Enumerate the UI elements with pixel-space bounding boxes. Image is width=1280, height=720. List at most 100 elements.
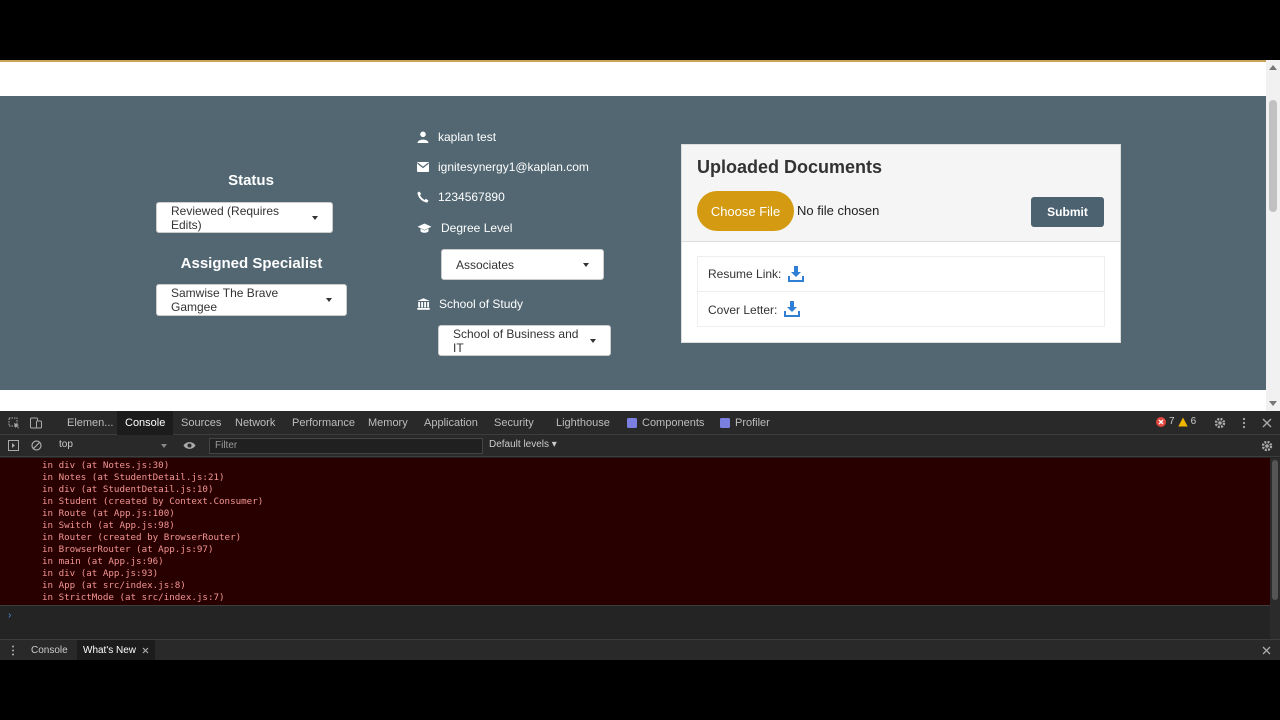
school-value: School of Business and IT xyxy=(453,326,579,355)
warning-icon xyxy=(1177,417,1188,426)
console-line: in Student (created by Context.Consumer) xyxy=(42,496,264,507)
resume-link-label: Resume Link: xyxy=(708,267,782,281)
degree-level-label: Degree Level xyxy=(441,221,513,235)
console-line[interactable]: in StrictMode (at src/index.js:7) xyxy=(42,592,225,603)
student-phone: 1234567890 xyxy=(438,190,505,204)
student-name-row: kaplan test xyxy=(417,130,496,144)
submit-button[interactable]: Submit xyxy=(1031,197,1104,227)
card-header: Uploaded Documents Choose File No file c… xyxy=(682,145,1120,242)
specialist-dropdown-value: Samwise The Brave Gamgee xyxy=(171,286,279,314)
log-levels-dropdown[interactable]: Default levels ▾ xyxy=(489,439,557,450)
scroll-up-icon[interactable] xyxy=(1269,65,1277,70)
document-list: Resume Link: Cover Letter: xyxy=(697,256,1105,327)
close-icon[interactable] xyxy=(1261,417,1273,429)
close-icon[interactable] xyxy=(142,647,149,654)
console-line: in div (at Notes.js:30) xyxy=(42,460,170,471)
gear-icon[interactable] xyxy=(1214,417,1226,429)
tab-security[interactable]: Security xyxy=(486,411,542,435)
school-dropdown[interactable]: School of Business and IT xyxy=(438,325,611,356)
scrollbar-thumb[interactable] xyxy=(1269,100,1277,212)
console-line: in div (at App.js:93) xyxy=(42,568,159,579)
chevron-down-icon xyxy=(326,298,332,302)
console-messages: in div (at Notes.js:30) in Notes (at Stu… xyxy=(0,458,1270,616)
uploaded-documents-card: Uploaded Documents Choose File No file c… xyxy=(681,144,1121,343)
console-settings-icon[interactable] xyxy=(1261,440,1273,452)
console-scrollbar[interactable] xyxy=(1270,458,1280,639)
more-vertical-icon[interactable] xyxy=(1238,417,1250,429)
console-line: in div (at StudentDetail.js:10) xyxy=(42,484,214,495)
tab-sources[interactable]: Sources xyxy=(173,411,229,435)
student-email-row: ignitesynergy1@kaplan.com xyxy=(417,160,589,174)
specialist-dropdown[interactable]: Samwise The Brave Gamgee xyxy=(156,284,347,316)
degree-level-value: Associates xyxy=(456,257,515,272)
console-line: in Route (at App.js:100) xyxy=(42,508,175,519)
filter-input[interactable]: Filter xyxy=(209,438,483,454)
screen: Status Reviewed (Requires Edits) Assigne… xyxy=(0,0,1280,720)
letterbox-bottom xyxy=(0,660,1280,720)
school-row: School of Study xyxy=(417,297,523,311)
context-selector[interactable]: top xyxy=(59,439,73,450)
console-line: in Router (created by BrowserRouter) xyxy=(42,532,242,543)
graduation-cap-icon xyxy=(417,223,432,233)
download-icon[interactable] xyxy=(783,301,801,318)
user-icon xyxy=(417,131,429,143)
tab-lighthouse[interactable]: Lighthouse xyxy=(548,411,618,435)
drawer-menu-icon[interactable] xyxy=(10,645,16,656)
console-prompt[interactable]: › xyxy=(0,605,1270,639)
list-item: Cover Letter: xyxy=(698,292,1104,327)
browser-viewport: Status Reviewed (Requires Edits) Assigne… xyxy=(0,60,1280,411)
sidebar-toggle-icon[interactable] xyxy=(8,440,19,451)
specialist-heading: Assigned Specialist xyxy=(180,255,323,272)
card-title: Uploaded Documents xyxy=(697,157,883,177)
degree-level-dropdown[interactable]: Associates xyxy=(441,249,604,280)
close-drawer-icon[interactable] xyxy=(1262,646,1271,655)
console-scrollbar-thumb[interactable] xyxy=(1272,460,1278,600)
devtools-panel: Elemen... Console Sources Network Perfor… xyxy=(0,411,1280,661)
devtools-tabbar: Elemen... Console Sources Network Perfor… xyxy=(0,411,1280,435)
scroll-down-icon[interactable] xyxy=(1269,401,1277,406)
download-icon[interactable] xyxy=(787,265,805,283)
header-strip xyxy=(0,62,1266,96)
student-phone-row: 1234567890 xyxy=(417,190,505,204)
console-toolbar: top Filter Default levels ▾ xyxy=(0,435,1280,457)
page-scrollbar[interactable] xyxy=(1266,60,1280,411)
chevron-down-icon xyxy=(161,444,167,448)
prompt-chevron-icon: › xyxy=(8,610,12,621)
envelope-icon xyxy=(417,162,429,172)
tab-performance[interactable]: Performance xyxy=(284,411,363,435)
tab-network[interactable]: Network xyxy=(227,411,283,435)
inspect-icon[interactable] xyxy=(8,417,20,429)
eye-icon[interactable] xyxy=(183,441,196,450)
status-dropdown-value: Reviewed (Requires Edits) xyxy=(171,203,280,232)
degree-level-row: Degree Level xyxy=(417,221,512,235)
drawer-tab-console[interactable]: Console xyxy=(25,640,74,661)
tab-elements[interactable]: Elemen... xyxy=(59,411,121,435)
no-file-text: No file chosen xyxy=(797,203,880,218)
device-toggle-icon[interactable] xyxy=(30,417,42,429)
drawer-tab-label: What's New xyxy=(83,645,137,656)
drawer-tab-whats-new[interactable]: What's New xyxy=(77,640,156,661)
console-line: in main (at App.js:96) xyxy=(42,556,164,567)
chevron-down-icon xyxy=(583,262,589,267)
error-count: 7 xyxy=(1169,416,1175,427)
error-icon xyxy=(1156,416,1166,427)
tab-components[interactable]: Components xyxy=(634,411,712,435)
student-email: ignitesynergy1@kaplan.com xyxy=(438,160,589,174)
status-dropdown[interactable]: Reviewed (Requires Edits) xyxy=(156,202,333,233)
console-line[interactable]: in App (at src/index.js:8) xyxy=(42,580,186,591)
issue-counts[interactable]: 7 6 xyxy=(1156,416,1196,427)
chevron-down-icon xyxy=(590,338,596,343)
clear-console-icon[interactable] xyxy=(31,440,42,451)
console-line: in BrowserRouter (at App.js:97) xyxy=(42,544,214,555)
chevron-down-icon xyxy=(312,215,318,220)
institution-icon xyxy=(417,298,430,310)
tab-memory[interactable]: Memory xyxy=(360,411,416,435)
choose-file-button[interactable]: Choose File xyxy=(697,191,794,231)
phone-icon xyxy=(417,191,429,203)
tab-profiler[interactable]: Profiler xyxy=(727,411,778,435)
school-label: School of Study xyxy=(439,297,524,311)
tab-application[interactable]: Application xyxy=(416,411,486,435)
footer-strip xyxy=(0,390,1266,411)
student-name: kaplan test xyxy=(438,130,497,144)
tab-console[interactable]: Console xyxy=(117,411,174,435)
